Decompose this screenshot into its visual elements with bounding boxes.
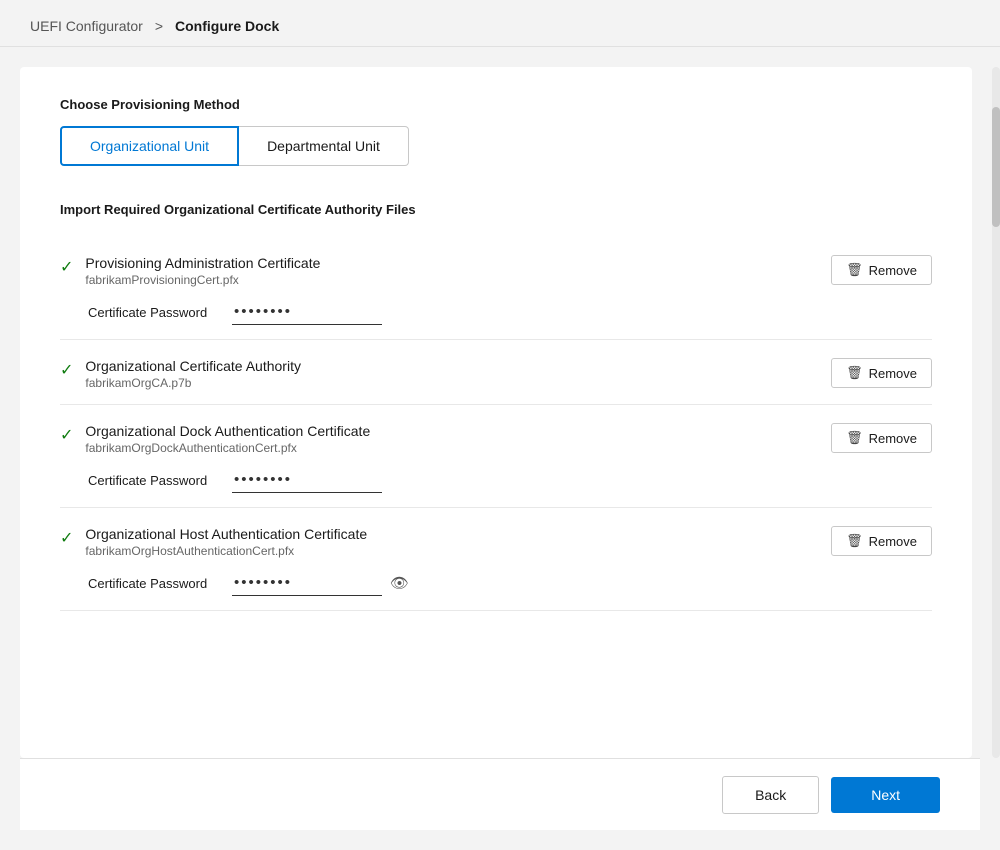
- password-input-4[interactable]: [232, 570, 382, 596]
- cert-left-2: ✓ Organizational Certificate Authority f…: [60, 358, 301, 390]
- remove-label-2: Remove: [869, 366, 917, 381]
- cert-left-3: ✓ Organizational Dock Authentication Cer…: [60, 423, 370, 455]
- provisioning-section-label: Choose Provisioning Method: [60, 97, 932, 112]
- back-button[interactable]: Back: [722, 776, 819, 814]
- cert-filename-1: fabrikamProvisioningCert.pfx: [85, 273, 320, 287]
- check-icon-3: ✓: [60, 425, 73, 445]
- remove-btn-4[interactable]: 🗑 Remove: [831, 526, 932, 556]
- cert-info-3: Organizational Dock Authentication Certi…: [85, 423, 370, 455]
- password-input-1[interactable]: [232, 299, 382, 325]
- cert-header-row-1: ✓ Provisioning Administration Certificat…: [60, 255, 932, 287]
- cert-left-1: ✓ Provisioning Administration Certificat…: [60, 255, 320, 287]
- trash-icon-4: 🗑: [846, 533, 863, 549]
- password-row-3: Certificate Password: [60, 467, 932, 493]
- next-button[interactable]: Next: [831, 777, 940, 813]
- remove-label-4: Remove: [869, 534, 917, 549]
- remove-btn-2[interactable]: 🗑 Remove: [831, 358, 932, 388]
- password-input-wrap-4: 👁: [232, 570, 411, 596]
- cert-name-1: Provisioning Administration Certificate: [85, 255, 320, 271]
- cert-filename-2: fabrikamOrgCA.p7b: [85, 376, 301, 390]
- cert-name-3: Organizational Dock Authentication Certi…: [85, 423, 370, 439]
- cert-left-4: ✓ Organizational Host Authentication Cer…: [60, 526, 367, 558]
- cert-item-prov-admin: ✓ Provisioning Administration Certificat…: [60, 237, 932, 340]
- password-input-wrap-3: [232, 467, 382, 493]
- cert-name-2: Organizational Certificate Authority: [85, 358, 301, 374]
- password-input-wrap-1: [232, 299, 382, 325]
- cert-header-row-2: ✓ Organizational Certificate Authority f…: [60, 358, 932, 390]
- breadcrumb-parent: UEFI Configurator: [30, 18, 143, 34]
- cert-name-4: Organizational Host Authentication Certi…: [85, 526, 367, 542]
- breadcrumb-separator: >: [155, 18, 163, 34]
- check-icon-2: ✓: [60, 360, 73, 380]
- import-section-label: Import Required Organizational Certifica…: [60, 202, 932, 217]
- tab-departmental-unit[interactable]: Departmental Unit: [239, 126, 409, 166]
- cert-item-org-ca: ✓ Organizational Certificate Authority f…: [60, 340, 932, 405]
- cert-filename-4: fabrikamOrgHostAuthenticationCert.pfx: [85, 544, 367, 558]
- trash-icon-3: 🗑: [846, 430, 863, 446]
- password-label-3: Certificate Password: [88, 473, 218, 488]
- password-input-3[interactable]: [232, 467, 382, 493]
- password-row-4: Certificate Password 👁: [60, 570, 932, 596]
- top-bar: UEFI Configurator > Configure Dock: [0, 0, 1000, 47]
- cert-info-4: Organizational Host Authentication Certi…: [85, 526, 367, 558]
- remove-label-1: Remove: [869, 263, 917, 278]
- check-icon-4: ✓: [60, 528, 73, 548]
- toggle-password-visibility-btn-4[interactable]: 👁: [388, 572, 411, 594]
- cert-filename-3: fabrikamOrgDockAuthenticationCert.pfx: [85, 441, 370, 455]
- breadcrumb-current: Configure Dock: [175, 18, 279, 34]
- tab-organizational-unit[interactable]: Organizational Unit: [60, 126, 239, 166]
- provisioning-tab-group: Organizational Unit Departmental Unit: [60, 126, 932, 166]
- footer-bar: Back Next: [20, 758, 980, 830]
- cert-info-1: Provisioning Administration Certificate …: [85, 255, 320, 287]
- remove-btn-3[interactable]: 🗑 Remove: [831, 423, 932, 453]
- cert-header-row-4: ✓ Organizational Host Authentication Cer…: [60, 526, 932, 558]
- cert-item-dock-auth: ✓ Organizational Dock Authentication Cer…: [60, 405, 932, 508]
- main-content: Choose Provisioning Method Organizationa…: [0, 47, 1000, 758]
- check-icon-1: ✓: [60, 257, 73, 277]
- password-row-1: Certificate Password: [60, 299, 932, 325]
- eye-icon-4: 👁: [390, 575, 409, 592]
- cert-info-2: Organizational Certificate Authority fab…: [85, 358, 301, 390]
- cert-item-host-auth: ✓ Organizational Host Authentication Cer…: [60, 508, 932, 611]
- trash-icon-2: 🗑: [846, 365, 863, 381]
- remove-btn-1[interactable]: 🗑 Remove: [831, 255, 932, 285]
- remove-label-3: Remove: [869, 431, 917, 446]
- scrollbar-track[interactable]: [992, 67, 1000, 758]
- trash-icon-1: 🗑: [846, 262, 863, 278]
- password-label-4: Certificate Password: [88, 576, 218, 591]
- content-area: Choose Provisioning Method Organizationa…: [20, 67, 972, 758]
- password-label-1: Certificate Password: [88, 305, 218, 320]
- cert-header-row-3: ✓ Organizational Dock Authentication Cer…: [60, 423, 932, 455]
- scrollbar-thumb[interactable]: [992, 107, 1000, 227]
